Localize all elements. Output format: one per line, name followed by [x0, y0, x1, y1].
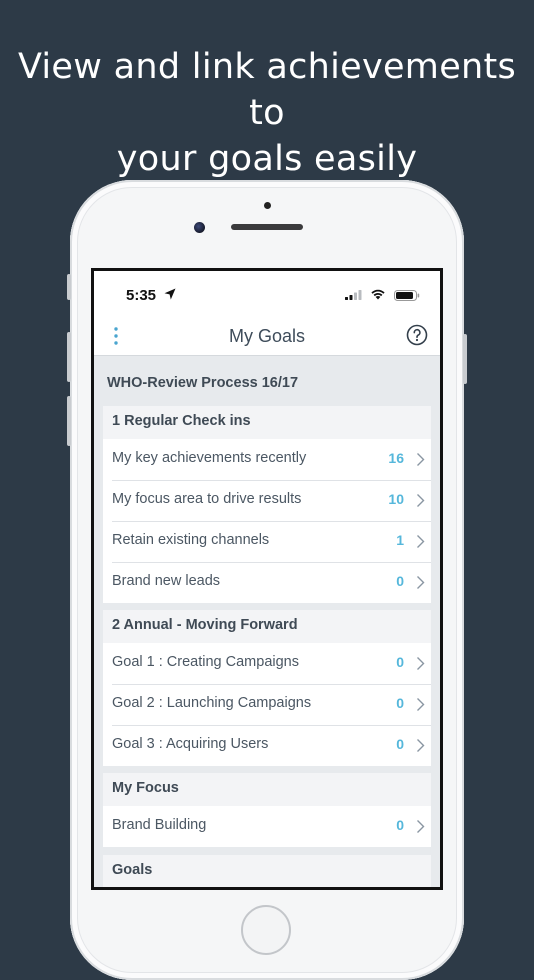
item-label: Retain existing channels: [112, 532, 270, 548]
list-item[interactable]: My focus area to drive results 10: [103, 480, 431, 521]
section-header: My Focus: [103, 773, 431, 806]
section-goals: Goals: [103, 855, 431, 887]
item-label: My focus area to drive results: [112, 491, 302, 507]
list-item[interactable]: Brand Building 0: [103, 806, 431, 847]
list-item[interactable]: Brand new leads 0: [103, 562, 431, 603]
chevron-right-icon: [417, 657, 425, 670]
battery-icon: [394, 290, 420, 301]
front-camera: [194, 222, 205, 233]
headline-line-1: View and link achievements to: [17, 47, 517, 133]
chevron-right-icon: [417, 698, 425, 711]
chevron-right-icon: [417, 820, 425, 833]
section-annual-moving-forward: 2 Annual - Moving Forward Goal 1 : Creat…: [103, 610, 431, 766]
list-item[interactable]: Goal 2 : Launching Campaigns 0: [103, 684, 431, 725]
item-count-badge: 0: [396, 817, 404, 833]
item-label: Goal 2 : Launching Campaigns: [112, 695, 312, 711]
volume-down-button: [67, 396, 71, 446]
list-item[interactable]: My key achievements recently 16: [103, 439, 431, 480]
chevron-right-icon: [417, 494, 425, 507]
item-count-badge: 0: [396, 654, 404, 670]
section-header: 2 Annual - Moving Forward: [103, 610, 431, 643]
list-item[interactable]: Goal 1 : Creating Campaigns 0: [103, 643, 431, 684]
power-button: [463, 334, 467, 384]
item-count-badge: 1: [396, 532, 404, 548]
chevron-right-icon: [417, 535, 425, 548]
list-item[interactable]: Goal 3 : Acquiring Users 0: [103, 725, 431, 766]
item-count-badge: 16: [388, 450, 404, 466]
proximity-sensor: [264, 202, 271, 209]
goals-list[interactable]: WHO-Review Process 16/17 1 Regular Check…: [94, 356, 440, 887]
item-label: Goal 3 : Acquiring Users: [112, 736, 269, 752]
earpiece-speaker: [231, 224, 303, 230]
location-arrow-icon: [164, 288, 176, 300]
section-header: 1 Regular Check ins: [103, 406, 431, 439]
item-count-badge: 10: [388, 491, 404, 507]
item-label: My key achievements recently: [112, 450, 307, 466]
item-count-badge: 0: [396, 695, 404, 711]
item-label: Brand Building: [112, 817, 207, 833]
status-bar: 5:35: [94, 271, 440, 317]
help-icon[interactable]: [406, 324, 428, 346]
navigation-bar: My Goals: [94, 317, 440, 356]
item-count-badge: 0: [396, 736, 404, 752]
headline-line-2: your goals easily: [116, 139, 418, 179]
section-header: Goals: [103, 855, 431, 887]
wifi-icon: [371, 289, 385, 300]
home-button[interactable]: [241, 905, 291, 955]
status-time: 5:35: [126, 287, 157, 304]
chevron-right-icon: [417, 453, 425, 466]
marketing-headline: View and link achievements to your goals…: [0, 44, 534, 182]
review-process-title: WHO-Review Process 16/17: [107, 375, 299, 391]
item-count-badge: 0: [396, 573, 404, 589]
section-my-focus: My Focus Brand Building 0: [103, 773, 431, 847]
chevron-right-icon: [417, 739, 425, 752]
item-label: Goal 1 : Creating Campaigns: [112, 654, 299, 670]
phone-screen: 5:35 My Goals WHO-Review Process 16/17 1…: [91, 268, 443, 890]
cellular-signal-icon: [345, 290, 362, 300]
page-title: My Goals: [228, 326, 306, 346]
chevron-right-icon: [417, 576, 425, 589]
mute-switch: [67, 274, 71, 300]
item-label: Brand new leads: [112, 573, 221, 589]
section-regular-check-ins: 1 Regular Check ins My key achievements …: [103, 406, 431, 603]
volume-up-button: [67, 332, 71, 382]
list-item[interactable]: Retain existing channels 1: [103, 521, 431, 562]
